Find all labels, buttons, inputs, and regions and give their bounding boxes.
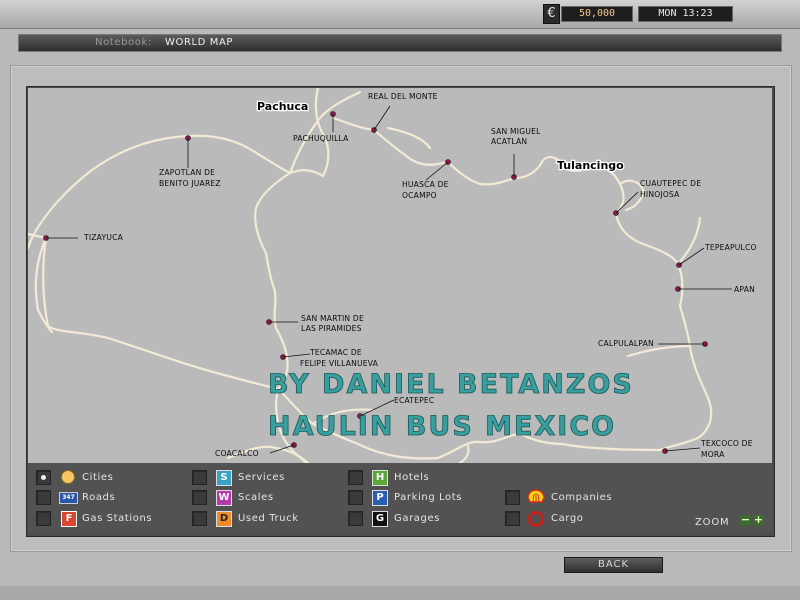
used-truck-checkbox[interactable] [192,511,207,526]
location-zapotlan: ZAPOTLAN DE [159,168,215,177]
services-checkbox[interactable] [192,470,207,485]
zoom-in-button[interactable]: + [753,514,764,526]
page-title: WORLD MAP [165,37,234,48]
garage-icon: G [372,511,388,527]
cargo-ring-icon [528,511,544,527]
gas-stations-checkbox[interactable] [36,511,51,526]
notebook-title-bar: Notebook: WORLD MAP [18,34,782,52]
parking-icon: P [372,490,388,506]
city-label-pachuca: Pachuca [257,100,308,113]
location-calpulalpan: CALPULALPAN [598,339,654,348]
legend-label-services: Services [238,472,285,483]
city-dot-icon [61,470,75,484]
location-mora: MORA [701,450,725,459]
location-las-piramides: LAS PIRAMIDES [301,324,362,333]
location-apan: APAN [734,285,755,294]
location-cuautepec: CUAUTEPEC DE [640,179,701,188]
location-san-miguel: SAN MIGUEL [491,127,541,136]
money-display: 50,000 [561,6,633,22]
services-icon: S [216,470,232,486]
cargo-checkbox[interactable] [505,511,520,526]
notebook-label: Notebook: [95,37,152,48]
watermark-mod-name: HAULIN BUS MEXICO [268,411,616,442]
road-network [28,88,713,463]
cities-checkbox[interactable] [36,470,51,485]
label-leaders [46,105,732,454]
legend-label-parking-lots: Parking Lots [394,492,463,503]
location-ocampo: OCAMPO [402,191,437,200]
watermark-author: BY DANIEL BETANZOS [268,369,634,400]
garages-checkbox[interactable] [348,511,363,526]
legend-label-cities: Cities [82,472,114,483]
city-label-tulancingo: Tulancingo [557,159,624,172]
legend-label-hotels: Hotels [394,472,430,483]
road-sign-icon: 347 [59,492,78,504]
scales-icon: W [216,490,232,506]
zoom-label: ZOOM [695,517,730,528]
location-felipe-villanueva: FELIPE VILLANUEVA [300,359,379,368]
legend-label-garages: Garages [394,513,441,524]
hotel-icon: H [372,470,388,486]
location-pachuquilla: PACHUQUILLA [293,134,349,143]
map-canvas[interactable]: Pachuca Tulancingo REAL DEL MONTE PACHUQ… [28,88,772,463]
location-texcoco: TEXCOCO DE [700,439,753,448]
parking-lots-checkbox[interactable] [348,490,363,505]
location-tizayuca: TIZAYUCA [83,233,124,242]
legend-label-gas-stations: Gas Stations [82,513,153,524]
location-tecamac: TECAMAC DE [309,348,362,357]
companies-checkbox[interactable] [505,490,520,505]
legend-label-companies: Companies [551,492,613,503]
location-real-del-monte: REAL DEL MONTE [368,92,438,101]
location-hinojosa: HINOJOSA [640,190,680,199]
scales-checkbox[interactable] [192,490,207,505]
back-button[interactable]: BACK [564,557,663,573]
euro-icon: € [543,4,560,24]
location-san-martin: SAN MARTIN DE [301,314,364,323]
location-tepeapulco: TEPEAPULCO [704,243,757,252]
hotels-checkbox[interactable] [348,470,363,485]
location-coacalco: COACALCO [215,449,259,458]
location-huasca: HUASCA DE [402,180,449,189]
top-bar: € 50,000 MON 13:23 [0,0,800,29]
used-truck-icon: D [216,511,232,527]
legend-label-roads: Roads [82,492,116,503]
bottom-strip [0,586,800,600]
game-clock: MON 13:23 [638,6,733,22]
roads-checkbox[interactable] [36,490,51,505]
location-benito-juarez: BENITO JUAREZ [159,179,221,188]
zoom-out-button[interactable]: − [740,514,751,526]
legend-label-scales: Scales [238,492,274,503]
location-acatlan: ACATLAN [491,137,527,146]
world-map[interactable]: Pachuca Tulancingo REAL DEL MONTE PACHUQ… [28,88,772,463]
gas-station-icon: F [61,511,77,527]
shell-logo-icon [527,489,545,503]
legend-label-used-truck: Used Truck [238,513,299,524]
legend-label-cargo: Cargo [551,513,584,524]
